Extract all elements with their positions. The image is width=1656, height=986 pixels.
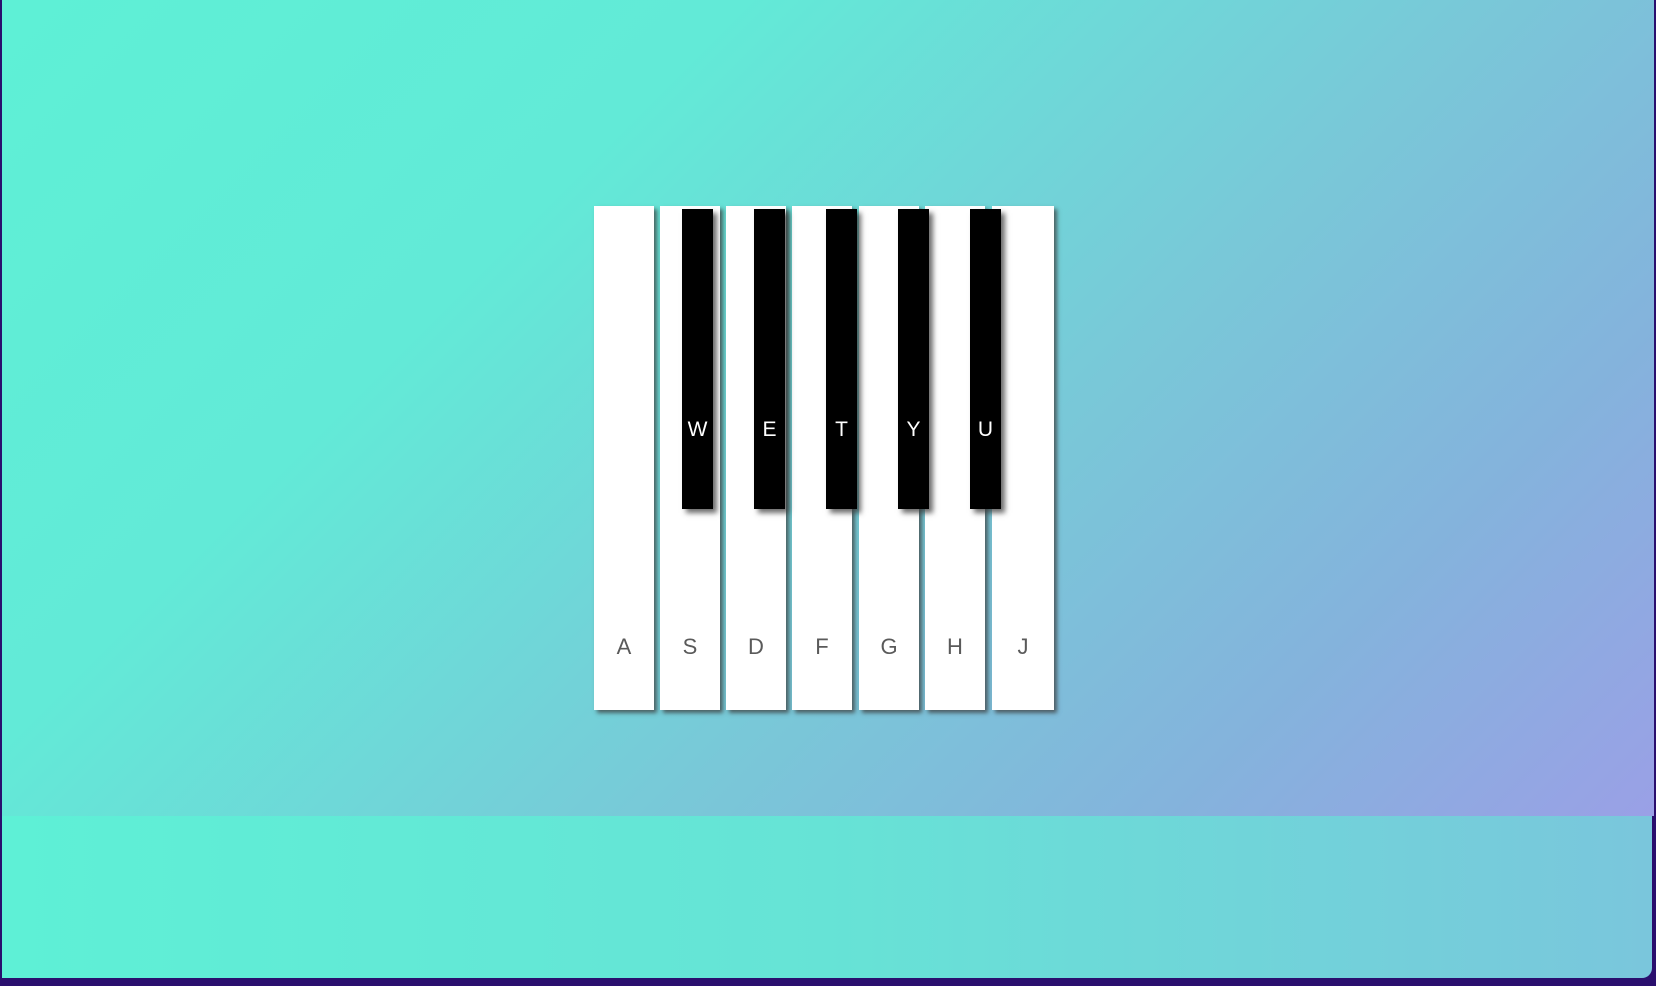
- key-label: J: [1017, 634, 1029, 659]
- white-key-j[interactable]: J: [992, 206, 1054, 710]
- hero-background: A S D F G H J W E T Y U: [2, 0, 1654, 816]
- key-label: W: [687, 418, 708, 441]
- key-label: A: [616, 634, 632, 659]
- key-label: H: [947, 634, 963, 659]
- black-key-y[interactable]: Y: [898, 209, 929, 509]
- piano-keyboard: A S D F G H J W E T Y U: [594, 206, 1054, 710]
- key-label: E: [762, 418, 777, 441]
- black-key-w[interactable]: W: [682, 209, 713, 509]
- black-key-u[interactable]: U: [970, 209, 1001, 509]
- key-label: U: [977, 418, 994, 441]
- key-label: G: [880, 634, 898, 659]
- key-label: Y: [906, 418, 921, 441]
- white-key-a[interactable]: A: [594, 206, 654, 710]
- key-label: T: [835, 418, 848, 441]
- page: A S D F G H J W E T Y U: [0, 0, 1656, 986]
- black-key-t[interactable]: T: [826, 209, 857, 509]
- key-label: D: [748, 634, 764, 659]
- key-label: S: [682, 634, 698, 659]
- black-key-e[interactable]: E: [754, 209, 785, 509]
- key-label: F: [815, 634, 829, 659]
- lower-panel: [2, 816, 1652, 978]
